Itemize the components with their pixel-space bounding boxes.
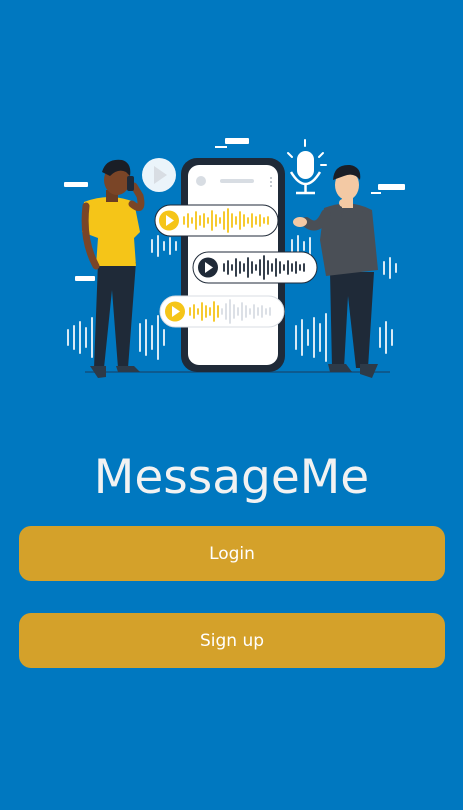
voice-message-bubble-3: [159, 295, 285, 328]
person-left-figure: [81, 159, 145, 378]
login-button[interactable]: Login: [19, 526, 445, 581]
microphone-icon: [287, 139, 327, 195]
app-title: MessageMe: [93, 450, 370, 505]
voice-messaging-illustration: [64, 138, 405, 378]
play-bubble-icon: [142, 158, 176, 192]
voice-message-bubble-2: [192, 251, 318, 284]
voice-message-bubble-1: [154, 204, 279, 237]
welcome-screen: MessageMe Login Sign up: [0, 0, 463, 810]
signup-button[interactable]: Sign up: [19, 613, 445, 668]
